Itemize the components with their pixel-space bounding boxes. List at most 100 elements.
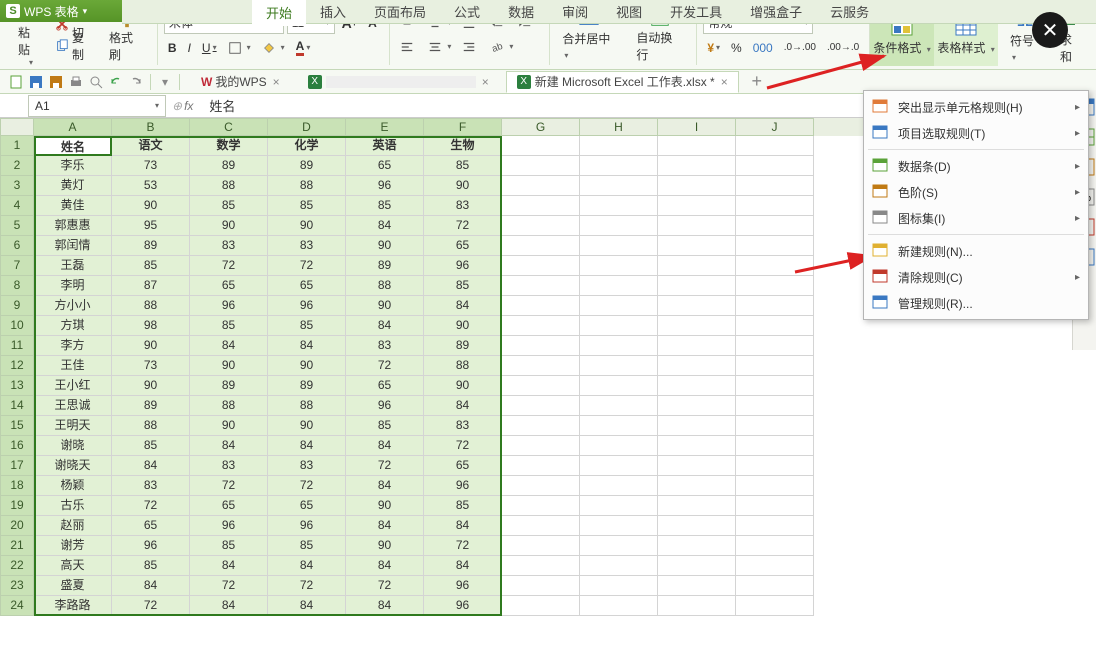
cell[interactable]: 96 xyxy=(424,476,502,496)
cell[interactable] xyxy=(502,196,580,216)
row-header[interactable]: 12 xyxy=(0,356,34,376)
row-header[interactable]: 4 xyxy=(0,196,34,216)
cell[interactable]: 90 xyxy=(346,496,424,516)
cell[interactable]: 高天 xyxy=(34,556,112,576)
cell[interactable] xyxy=(658,456,736,476)
cell[interactable]: 72 xyxy=(190,576,268,596)
qat-more-icon[interactable]: ▾ xyxy=(155,72,175,92)
cell[interactable] xyxy=(658,136,736,156)
cell[interactable]: 84 xyxy=(190,336,268,356)
cell[interactable] xyxy=(658,476,736,496)
qat-undo-icon[interactable] xyxy=(106,72,126,92)
cell[interactable]: 84 xyxy=(424,396,502,416)
cell[interactable] xyxy=(736,376,814,396)
row-header[interactable]: 17 xyxy=(0,456,34,476)
row-header[interactable]: 16 xyxy=(0,436,34,456)
menu-tab-6[interactable]: 视图 xyxy=(602,0,656,25)
cell[interactable]: 88 xyxy=(190,176,268,196)
qat-new-icon[interactable] xyxy=(6,72,26,92)
cell[interactable]: 84 xyxy=(268,336,346,356)
cell[interactable] xyxy=(736,596,814,616)
cell[interactable]: 65 xyxy=(112,516,190,536)
cell[interactable] xyxy=(502,596,580,616)
close-icon[interactable]: × xyxy=(273,75,280,89)
cell[interactable]: 72 xyxy=(424,216,502,236)
cell[interactable]: 84 xyxy=(190,436,268,456)
cell[interactable] xyxy=(580,496,658,516)
cell[interactable]: 89 xyxy=(424,336,502,356)
cell[interactable]: 85 xyxy=(112,256,190,276)
doc-tab-current[interactable]: X新建 Microsoft Excel 工作表.xlsx *× xyxy=(506,71,739,93)
cell[interactable] xyxy=(502,276,580,296)
cell[interactable]: 李明 xyxy=(34,276,112,296)
cell[interactable]: 83 xyxy=(268,236,346,256)
cell[interactable] xyxy=(736,416,814,436)
ctx-item-2[interactable]: 数据条(D)▸ xyxy=(864,153,1088,179)
cell[interactable] xyxy=(736,516,814,536)
row-header[interactable]: 23 xyxy=(0,576,34,596)
cell[interactable]: 姓名 xyxy=(34,136,112,156)
col-header-A[interactable]: A xyxy=(34,118,112,136)
cell[interactable]: 90 xyxy=(346,296,424,316)
cell[interactable]: 84 xyxy=(112,576,190,596)
cell[interactable]: 谢芳 xyxy=(34,536,112,556)
cell[interactable]: 90 xyxy=(268,356,346,376)
align-right-button[interactable] xyxy=(458,37,483,57)
row-header[interactable]: 9 xyxy=(0,296,34,316)
cell[interactable]: 96 xyxy=(190,516,268,536)
menu-tab-8[interactable]: 增强盒子 xyxy=(736,0,816,25)
cell[interactable]: 90 xyxy=(190,356,268,376)
cell[interactable] xyxy=(502,496,580,516)
cell[interactable] xyxy=(580,176,658,196)
border-button[interactable]: ▾ xyxy=(224,38,255,58)
row-header[interactable]: 14 xyxy=(0,396,34,416)
cell[interactable]: 89 xyxy=(268,156,346,176)
col-header-D[interactable]: D xyxy=(268,118,346,136)
cell[interactable] xyxy=(658,596,736,616)
close-icon[interactable]: × xyxy=(482,75,489,89)
row-header[interactable]: 10 xyxy=(0,316,34,336)
cell[interactable]: 96 xyxy=(268,516,346,536)
cell[interactable] xyxy=(736,176,814,196)
cell[interactable] xyxy=(580,476,658,496)
cell[interactable] xyxy=(580,596,658,616)
cell[interactable] xyxy=(736,456,814,476)
cell[interactable] xyxy=(658,516,736,536)
cell[interactable]: 83 xyxy=(424,416,502,436)
cell[interactable] xyxy=(502,376,580,396)
bold-button[interactable]: B xyxy=(164,38,181,58)
row-header[interactable]: 19 xyxy=(0,496,34,516)
cell[interactable]: 83 xyxy=(190,236,268,256)
row-header[interactable]: 1 xyxy=(0,136,34,156)
cell[interactable]: 83 xyxy=(268,456,346,476)
cell[interactable] xyxy=(580,196,658,216)
cell[interactable]: 85 xyxy=(190,316,268,336)
row-header[interactable]: 20 xyxy=(0,516,34,536)
cell[interactable] xyxy=(736,296,814,316)
cell[interactable]: 88 xyxy=(112,416,190,436)
cell[interactable]: 90 xyxy=(112,336,190,356)
cell[interactable] xyxy=(580,556,658,576)
row-header[interactable]: 6 xyxy=(0,236,34,256)
ctx-item-6[interactable]: 清除规则(C)▸ xyxy=(864,264,1088,290)
cell[interactable] xyxy=(580,416,658,436)
name-box[interactable]: A1▾ xyxy=(28,95,166,117)
qat-print-icon[interactable] xyxy=(66,72,86,92)
ctx-item-5[interactable]: 新建规则(N)... xyxy=(864,238,1088,264)
cell[interactable]: 85 xyxy=(190,536,268,556)
cell[interactable] xyxy=(580,256,658,276)
col-header-F[interactable]: F xyxy=(424,118,502,136)
cell[interactable] xyxy=(502,216,580,236)
cell[interactable]: 72 xyxy=(268,476,346,496)
cell[interactable]: 65 xyxy=(346,376,424,396)
currency-button[interactable]: ¥▾ xyxy=(703,38,724,58)
cell[interactable]: 84 xyxy=(112,456,190,476)
ctx-item-4[interactable]: 图标集(I)▸ xyxy=(864,205,1088,231)
cell[interactable] xyxy=(736,536,814,556)
cell[interactable] xyxy=(580,456,658,476)
cell[interactable]: 88 xyxy=(346,276,424,296)
cell[interactable] xyxy=(502,296,580,316)
cell[interactable]: 84 xyxy=(346,316,424,336)
cell[interactable]: 90 xyxy=(268,216,346,236)
cell[interactable]: 88 xyxy=(112,296,190,316)
